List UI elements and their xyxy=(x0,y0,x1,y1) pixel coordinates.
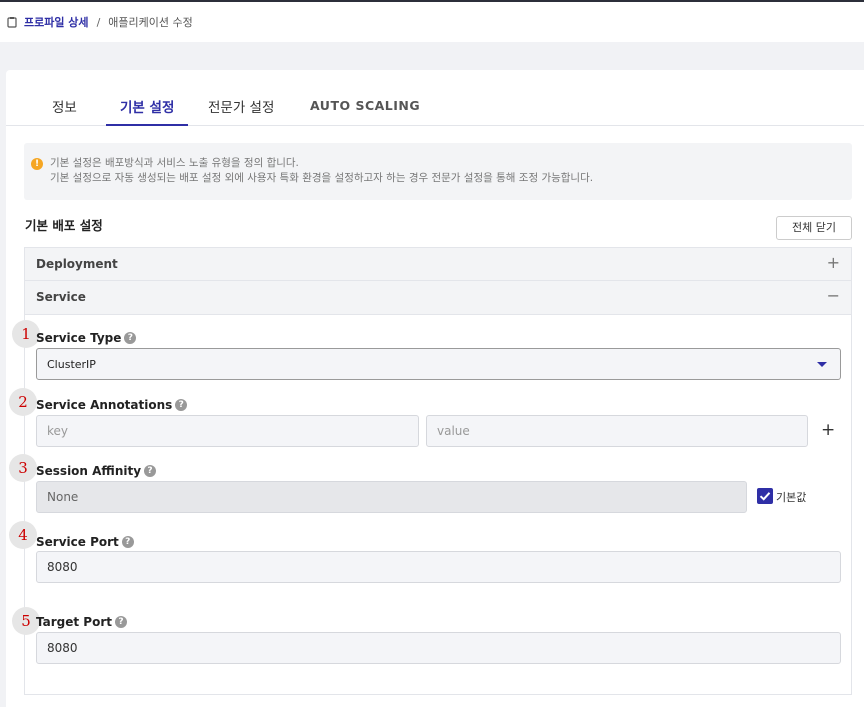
tab-expert-settings[interactable]: 전문가 설정 xyxy=(208,96,274,126)
session-affinity-label: Session Affinity? xyxy=(36,464,157,478)
service-type-value: ClusterIP xyxy=(47,358,96,371)
service-port-label: Service Port? xyxy=(36,535,134,549)
marker-3: 3 xyxy=(9,454,37,482)
breadcrumb-current: 애플리케이션 수정 xyxy=(108,16,193,29)
section-title: 기본 배포 설정 xyxy=(25,218,103,233)
session-affinity-input: None xyxy=(36,481,747,513)
tab-basic-settings[interactable]: 기본 설정 xyxy=(106,96,189,126)
service-annotations-label: Service Annotations? xyxy=(36,398,188,412)
clipboard-icon xyxy=(6,16,18,28)
breadcrumb: 프로파일 상세 / 애플리케이션 수정 xyxy=(0,2,864,42)
target-port-input[interactable]: 8080 xyxy=(36,632,841,664)
dropdown-caret-icon xyxy=(817,362,827,367)
tab-bar: 정보 기본 설정 전문가 설정 AUTO SCALING xyxy=(6,70,864,126)
accordion-deployment[interactable]: Deployment + xyxy=(24,247,852,281)
service-port-input[interactable]: 8080 xyxy=(36,551,841,583)
edit-panel: 정보 기본 설정 전문가 설정 AUTO SCALING ! 기본 설정은 배포… xyxy=(6,70,864,707)
collapse-icon[interactable]: − xyxy=(827,286,840,305)
accordion-service-label: Service xyxy=(36,290,86,304)
tab-auto-scaling[interactable]: AUTO SCALING xyxy=(310,98,420,128)
tab-info[interactable]: 정보 xyxy=(52,96,77,126)
accordion-deployment-label: Deployment xyxy=(36,257,118,271)
add-annotation-button[interactable]: + xyxy=(821,420,835,440)
marker-4: 4 xyxy=(9,521,37,549)
target-port-label: Target Port? xyxy=(36,615,127,629)
help-icon[interactable]: ? xyxy=(144,465,157,477)
breadcrumb-separator: / xyxy=(96,15,101,29)
marker-2: 2 xyxy=(9,388,37,416)
notice-line-2: 기본 설정으로 자동 생성되는 배포 설정 외에 사용자 특화 환경을 설정하고… xyxy=(50,172,594,184)
notice-line-1: 기본 설정은 배포방식과 서비스 노출 유형을 정의 합니다. xyxy=(50,157,299,169)
help-icon[interactable]: ? xyxy=(115,616,127,628)
accordion-service[interactable]: Service − xyxy=(24,281,852,315)
default-value-checkbox[interactable] xyxy=(757,488,773,504)
warning-icon: ! xyxy=(31,158,43,170)
expand-icon[interactable]: + xyxy=(827,253,840,272)
help-icon[interactable]: ? xyxy=(121,536,134,548)
help-icon[interactable]: ? xyxy=(124,332,137,344)
annotation-value-input[interactable]: value xyxy=(426,415,808,447)
service-type-label: Service Type? xyxy=(36,331,137,345)
breadcrumb-profile-detail[interactable]: 프로파일 상세 xyxy=(24,14,89,30)
info-notice: ! 기본 설정은 배포방식과 서비스 노출 유형을 정의 합니다. 기본 설정으… xyxy=(24,143,852,200)
help-icon[interactable]: ? xyxy=(175,399,188,411)
collapse-all-button[interactable]: 전체 닫기 xyxy=(776,216,852,240)
default-value-label[interactable]: 기본값 xyxy=(776,489,806,505)
service-type-select[interactable]: ClusterIP xyxy=(36,348,841,380)
annotation-key-input[interactable]: key xyxy=(36,415,419,447)
